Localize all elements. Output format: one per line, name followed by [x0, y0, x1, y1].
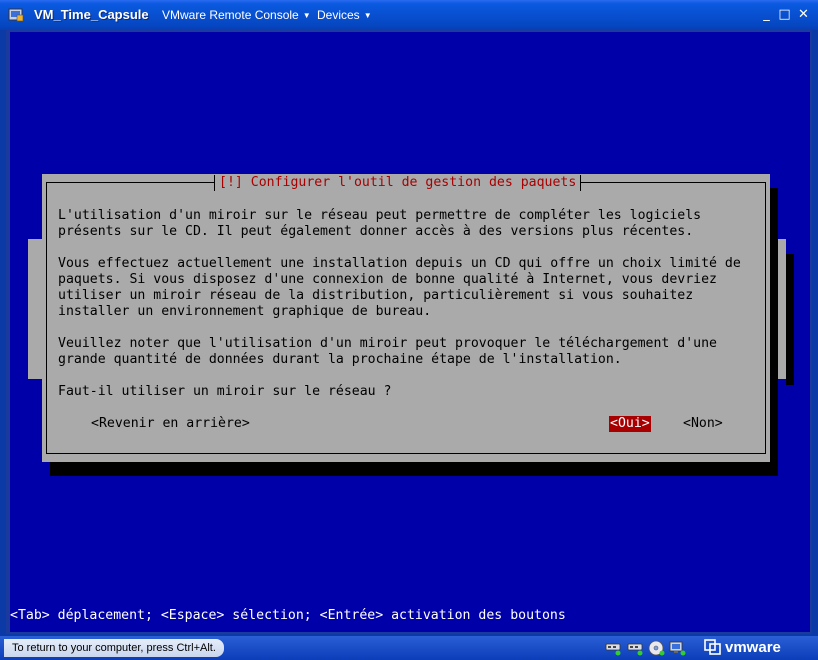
- minimize-button[interactable]: _: [758, 6, 775, 23]
- keyboard-help-line: <Tab> déplacement; <Espace> sélection; <…: [10, 608, 566, 623]
- dialog-text-line: L'utilisation d'un miroir sur le réseau …: [58, 208, 702, 223]
- close-button[interactable]: ✕: [795, 6, 812, 23]
- display-icon[interactable]: [668, 639, 686, 657]
- dialog-shadow-bottom: [50, 462, 778, 476]
- dialog-text-line: grande quantité de données durant la pro…: [58, 352, 622, 367]
- dialog-text-line: Veuillez noter que l'utilisation d'un mi…: [58, 336, 717, 351]
- window-title: VM_Time_Capsule: [34, 7, 149, 22]
- back-button[interactable]: <Revenir en arrière>: [90, 416, 251, 432]
- network-icon[interactable]: [626, 639, 644, 657]
- chevron-down-icon: ▼: [302, 11, 311, 20]
- vmware-logo-icon: [704, 639, 721, 655]
- maximize-button[interactable]: □: [776, 6, 793, 23]
- vmware-logo-text: vmware: [725, 639, 781, 656]
- background-dialog-shadow: [786, 254, 794, 385]
- cdrom-icon[interactable]: [648, 639, 666, 657]
- dialog-text-line: utiliser un miroir réseau de la distribu…: [58, 288, 694, 303]
- no-button[interactable]: <Non>: [682, 416, 724, 432]
- vm-console-window: VM_Time_Capsule VMware Remote Console ▼ D…: [0, 0, 818, 660]
- package-manager-dialog: [!] Configurer l'outil de gestion des pa…: [42, 174, 770, 462]
- dialog-text-line: présents sur le CD. Il peut également do…: [58, 224, 694, 239]
- guest-console-screen[interactable]: [!] Configurer l'outil de gestion des pa…: [10, 32, 810, 632]
- network-icon[interactable]: [604, 639, 622, 657]
- dialog-text-line: Vous effectuez actuellement une installa…: [58, 256, 741, 271]
- dialog-title: [!] Configurer l'outil de gestion des pa…: [214, 175, 582, 191]
- dialog-shadow-right: [770, 188, 778, 476]
- title-bar[interactable]: VM_Time_Capsule VMware Remote Console ▼ D…: [0, 0, 818, 30]
- dialog-text-line: installer un environnement graphique de …: [58, 304, 432, 319]
- host-status-bar: To return to your computer, press Ctrl+A…: [0, 636, 818, 660]
- release-input-hint: To return to your computer, press Ctrl+A…: [4, 639, 224, 657]
- menu-label: Devices: [317, 8, 360, 22]
- menu-devices[interactable]: Devices ▼: [317, 8, 372, 22]
- vmware-logo: vmware: [704, 638, 781, 658]
- yes-button[interactable]: <Oui>: [609, 416, 651, 432]
- dialog-question: Faut-il utiliser un miroir sur le réseau…: [58, 384, 392, 399]
- dialog-text-line: paquets. Si vous disposez d'une connexio…: [58, 272, 717, 287]
- vmware-app-icon: [8, 8, 24, 22]
- menu-label: VMware Remote Console: [162, 8, 299, 22]
- menu-vmware-remote-console[interactable]: VMware Remote Console ▼: [162, 8, 311, 22]
- chevron-down-icon: ▼: [363, 11, 372, 20]
